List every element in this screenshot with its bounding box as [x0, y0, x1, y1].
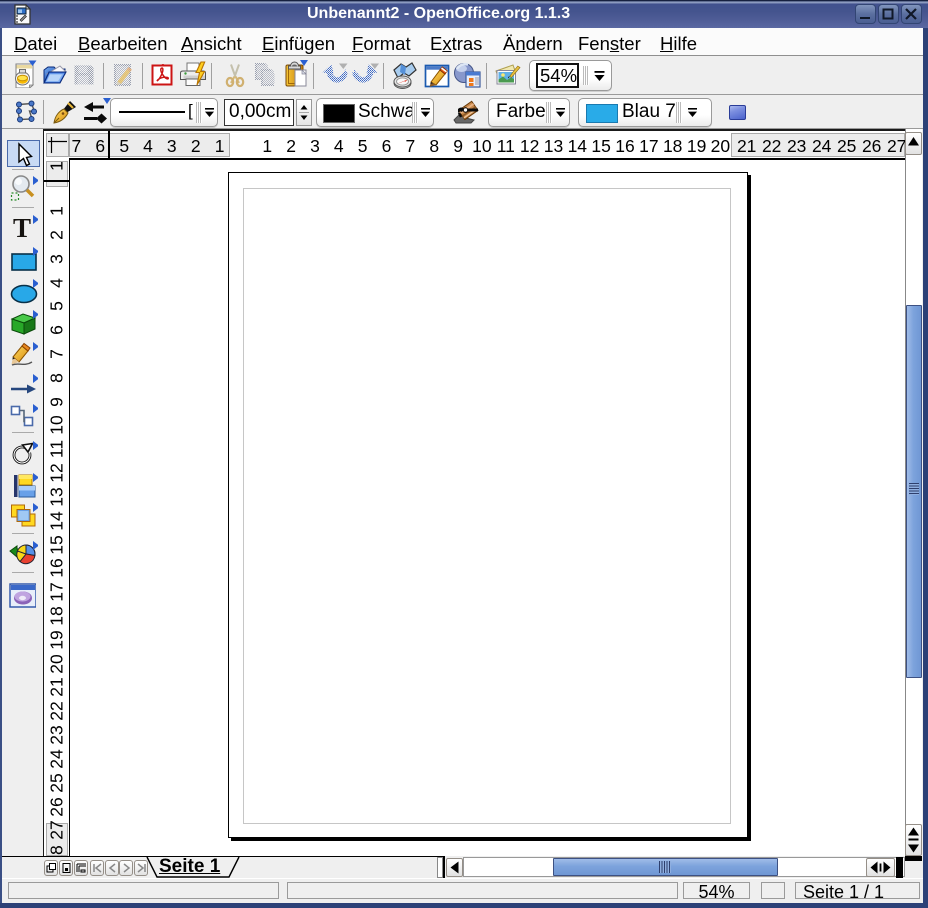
- svg-text:T: T: [13, 213, 31, 243]
